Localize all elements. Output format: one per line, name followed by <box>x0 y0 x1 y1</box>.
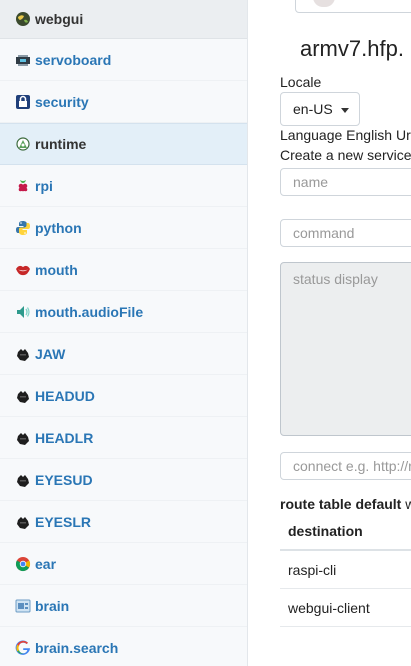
hand-icon <box>15 472 31 488</box>
sidebar-item-ear[interactable]: ear <box>0 543 247 585</box>
sidebar-item-jaw[interactable]: JAW <box>0 333 247 375</box>
sidebar-item-label: servoboard <box>35 51 112 68</box>
brain-icon <box>15 598 31 614</box>
status-display[interactable]: status display <box>280 262 411 436</box>
table-cell: raspi-cli <box>288 561 337 578</box>
sidebar-item-label: python <box>35 219 82 236</box>
sidebar-item-webgui[interactable]: webgui <box>0 0 247 39</box>
locale-label: Locale <box>280 74 322 90</box>
sidebar-item-label: mouth.audioFile <box>35 303 144 320</box>
sidebar-item-label: ear <box>35 555 57 572</box>
create-service-text: Create a new service <box>280 147 411 163</box>
hand-icon <box>15 388 31 404</box>
caret-down-icon <box>341 108 349 113</box>
page-title: armv7.hfp. <box>300 36 404 61</box>
google-icon <box>15 639 31 656</box>
raspberry-icon <box>15 178 31 194</box>
route-title-main: route table default <box>280 496 402 512</box>
table-row: webgui-client <box>280 589 411 627</box>
locale-dropdown[interactable]: en-US <box>280 92 360 126</box>
sidebar-item-rpi[interactable]: rpi <box>0 165 247 207</box>
lock-icon <box>15 94 31 110</box>
sidebar-item-label: HEADLR <box>35 429 94 446</box>
sidebar-item-label: brain <box>35 597 70 614</box>
sidebar-item-label: rpi <box>35 177 53 194</box>
sidebar-item-brain-search[interactable]: brain.search <box>0 627 247 666</box>
avatar <box>313 0 335 7</box>
globe-icon <box>15 11 31 27</box>
route-table-header: destination <box>280 513 411 551</box>
hand-icon <box>15 514 31 530</box>
name-placeholder: name <box>293 174 329 190</box>
sidebar-item-eyesud[interactable]: EYESUD <box>0 459 247 501</box>
sidebar-item-label: brain.search <box>35 639 119 656</box>
sidebar-item-eyeslr[interactable]: EYESLR <box>0 501 247 543</box>
command-placeholder: command <box>293 225 355 241</box>
section-heading-cut <box>286 657 346 666</box>
command-input[interactable]: command <box>280 219 411 247</box>
sidebar-item-label: webgui <box>35 11 84 27</box>
top-button[interactable] <box>295 0 411 13</box>
lips-icon <box>15 262 31 278</box>
status-placeholder: status display <box>293 271 378 287</box>
table-cell: webgui-client <box>288 599 370 616</box>
sidebar-item-python[interactable]: python <box>0 207 247 249</box>
locale-value: en-US <box>293 101 333 117</box>
column-destination: destination <box>288 523 363 539</box>
language-text: Language English Ur <box>280 127 411 143</box>
sidebar-item-servoboard[interactable]: servoboard <box>0 39 247 81</box>
main-panel: armv7.hfp. Locale en-US Language English… <box>248 0 411 666</box>
sidebar-item-label: security <box>35 93 89 110</box>
sidebar-item-label: EYESLR <box>35 513 92 530</box>
table-row: raspi-cli <box>280 551 411 589</box>
sidebar-item-mouth-audiofile[interactable]: mouth.audioFile <box>0 291 247 333</box>
connect-placeholder: connect e.g. http://r <box>293 458 411 474</box>
sidebar-item-label: JAW <box>35 345 66 362</box>
sidebar-item-headud[interactable]: HEADUD <box>0 375 247 417</box>
sidebar-item-label: runtime <box>35 136 87 152</box>
runtime-icon <box>15 136 31 152</box>
speaker-icon <box>15 304 31 320</box>
connect-input[interactable]: connect e.g. http://r <box>280 452 411 480</box>
sidebar-item-security[interactable]: security <box>0 81 247 123</box>
python-icon <box>15 220 31 236</box>
sidebar-item-label: HEADUD <box>35 387 95 404</box>
sidebar-item-label: mouth <box>35 261 78 278</box>
sidebar-item-mouth[interactable]: mouth <box>0 249 247 291</box>
route-table-title: route table default w <box>280 496 411 512</box>
name-input[interactable]: name <box>280 168 411 196</box>
sidebar-item-label: EYESUD <box>35 471 93 488</box>
sidebar-item-headlr[interactable]: HEADLR <box>0 417 247 459</box>
sidebar-item-runtime[interactable]: runtime <box>0 123 247 165</box>
sidebar: webgui servoboard security runtime rpi p… <box>0 0 248 666</box>
hand-icon <box>15 346 31 362</box>
board-icon <box>15 52 31 68</box>
sidebar-item-brain[interactable]: brain <box>0 585 247 627</box>
hand-icon <box>15 430 31 446</box>
chrome-icon <box>15 556 31 572</box>
route-title-rest: w <box>405 496 411 512</box>
